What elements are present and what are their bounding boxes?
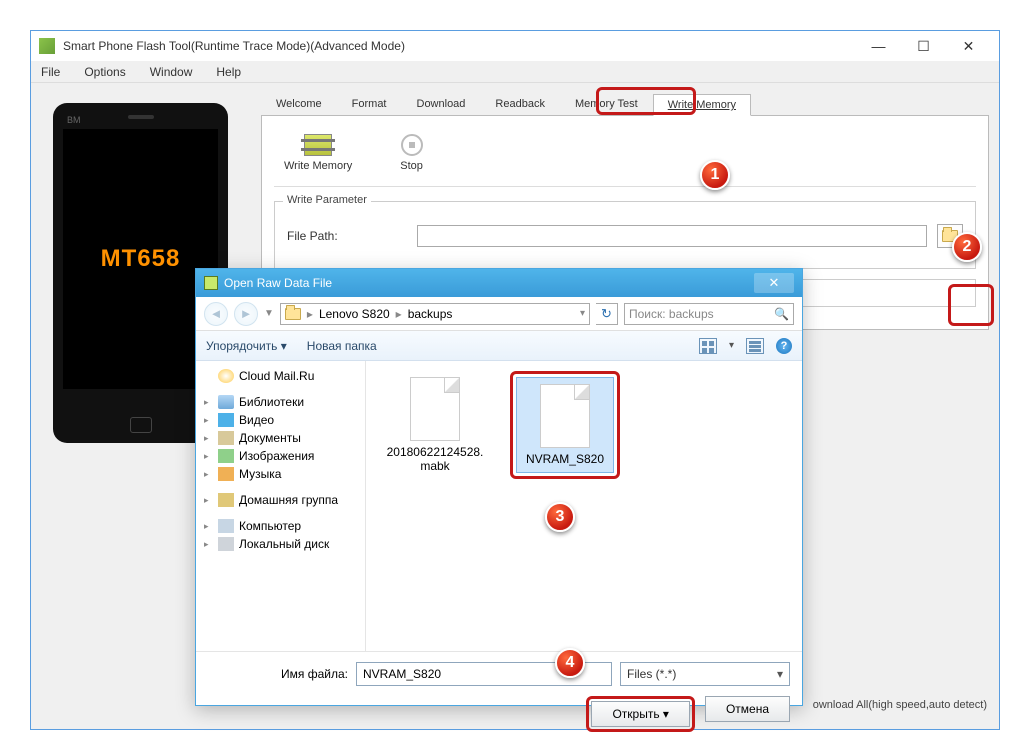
dialog-app-icon	[204, 276, 218, 290]
path-seg2[interactable]: backups	[408, 307, 453, 321]
window-title: Smart Phone Flash Tool(Runtime Trace Mod…	[63, 39, 856, 53]
nav-back-button[interactable]: ◄	[204, 302, 228, 326]
dialog-footer: Имя файла: Files (*.*)▾ Открыть ▾ Отмена	[196, 651, 802, 742]
menubar: File Options Window Help	[31, 61, 999, 83]
file-list: 20180622124528.mabk NVRAM_S820	[366, 361, 802, 651]
disk-icon	[218, 537, 234, 551]
image-icon	[218, 449, 234, 463]
file-icon	[410, 377, 460, 441]
view-list-icon[interactable]	[746, 338, 764, 354]
status-text: ownload All(high speed,auto detect)	[813, 699, 987, 711]
filetype-select[interactable]: Files (*.*)▾	[620, 662, 790, 686]
phone-home-button	[130, 417, 152, 433]
tree-disk[interactable]: ▸Локальный диск	[200, 535, 361, 553]
chevron-down-icon: ▾	[777, 667, 783, 681]
dialog-body: Cloud Mail.Ru ▸Библиотеки ▸Видео ▸Докуме…	[196, 361, 802, 651]
music-icon	[218, 467, 234, 481]
tree-libraries[interactable]: ▸Библиотеки	[200, 393, 361, 411]
write-memory-button[interactable]: Write Memory	[284, 134, 352, 172]
file-item-nvram[interactable]: NVRAM_S820	[510, 371, 620, 479]
filepath-label: File Path:	[287, 229, 407, 243]
tabs: Welcome Format Download Readback Memory …	[261, 93, 989, 116]
file-item-backup[interactable]: 20180622124528.mabk	[380, 371, 490, 479]
tree-computer[interactable]: ▸Компьютер	[200, 517, 361, 535]
tab-download[interactable]: Download	[402, 93, 481, 115]
cloud-icon	[218, 369, 234, 383]
titlebar: Smart Phone Flash Tool(Runtime Trace Mod…	[31, 31, 999, 61]
dialog-nav: ◄ ► ▼ ▸ Lenovo S820 ▸ backups ▾ ↻ Поиск:…	[196, 297, 802, 331]
nav-forward-button[interactable]: ►	[234, 302, 258, 326]
tree-homegroup[interactable]: ▸Домашняя группа	[200, 491, 361, 509]
minimize-button[interactable]: —	[856, 32, 901, 60]
stop-button[interactable]: Stop	[400, 134, 423, 172]
dialog-titlebar: Open Raw Data File ✕	[196, 269, 802, 297]
dialog-close-button[interactable]: ✕	[754, 273, 794, 293]
filename-label: Имя файла:	[208, 667, 348, 681]
file-name-nvram: NVRAM_S820	[526, 452, 604, 466]
chevron-right-icon: ▸	[396, 307, 402, 321]
help-icon[interactable]: ?	[776, 338, 792, 354]
dialog-toolbar: Упорядочить ▾ Новая папка ▾ ?	[196, 331, 802, 361]
chip-icon	[304, 134, 332, 156]
video-icon	[218, 413, 234, 427]
panel-toolbar: Write Memory Stop	[274, 128, 976, 187]
cancel-button[interactable]: Отмена	[705, 696, 790, 722]
document-icon	[218, 431, 234, 445]
tab-welcome[interactable]: Welcome	[261, 93, 337, 115]
chevron-right-icon: ▸	[307, 307, 313, 321]
tab-memory-test[interactable]: Memory Test	[560, 93, 653, 115]
library-icon	[218, 395, 234, 409]
path-seg1[interactable]: Lenovo S820	[319, 307, 390, 321]
dialog-title: Open Raw Data File	[224, 276, 754, 290]
tree-music[interactable]: ▸Музыка	[200, 465, 361, 483]
write-memory-label: Write Memory	[284, 160, 352, 172]
menu-window[interactable]: Window	[146, 63, 197, 81]
close-button[interactable]: ✕	[946, 32, 991, 60]
app-icon	[39, 38, 55, 54]
annotation-badge-4: 4	[555, 648, 585, 678]
stop-icon	[401, 134, 423, 156]
homegroup-icon	[218, 493, 234, 507]
organize-menu[interactable]: Упорядочить ▾	[206, 339, 287, 353]
annotation-badge-2: 2	[952, 232, 982, 262]
folder-icon	[285, 308, 301, 320]
menu-help[interactable]: Help	[212, 63, 245, 81]
file-icon	[540, 384, 590, 448]
tree-cloud[interactable]: Cloud Mail.Ru	[200, 367, 361, 385]
maximize-button[interactable]: ☐	[901, 32, 946, 60]
menu-options[interactable]: Options	[80, 63, 129, 81]
filepath-input[interactable]	[417, 225, 927, 247]
phone-speaker	[128, 115, 154, 119]
menu-file[interactable]: File	[37, 63, 64, 81]
address-bar[interactable]: ▸ Lenovo S820 ▸ backups ▾	[280, 303, 590, 325]
open-button[interactable]: Открыть ▾	[591, 701, 690, 727]
refresh-button[interactable]: ↻	[596, 303, 618, 325]
annotation-badge-3: 3	[545, 502, 575, 532]
file-dialog: Open Raw Data File ✕ ◄ ► ▼ ▸ Lenovo S820…	[195, 268, 803, 706]
tab-format[interactable]: Format	[337, 93, 402, 115]
tree-docs[interactable]: ▸Документы	[200, 429, 361, 447]
write-parameter-group: Write Parameter File Path:	[274, 201, 976, 269]
annotation-badge-1: 1	[700, 160, 730, 190]
tree-images[interactable]: ▸Изображения	[200, 447, 361, 465]
tab-readback[interactable]: Readback	[480, 93, 560, 115]
nav-tree: Cloud Mail.Ru ▸Библиотеки ▸Видео ▸Докуме…	[196, 361, 366, 651]
tree-video[interactable]: ▸Видео	[200, 411, 361, 429]
group-legend: Write Parameter	[283, 194, 371, 206]
chevron-down-icon[interactable]: ▾	[580, 308, 585, 319]
view-grid-icon[interactable]	[699, 338, 717, 354]
tab-write-memory[interactable]: Write Memory	[653, 94, 751, 116]
computer-icon	[218, 519, 234, 533]
phone-brand: BM	[67, 115, 81, 125]
new-folder-button[interactable]: Новая папка	[307, 339, 377, 353]
search-icon: 🔍	[774, 307, 789, 321]
search-input[interactable]: Поиск: backups 🔍	[624, 303, 794, 325]
annotation-highlight-4: Открыть ▾	[586, 696, 695, 732]
search-placeholder: Поиск: backups	[629, 307, 714, 321]
stop-label: Stop	[400, 160, 423, 172]
